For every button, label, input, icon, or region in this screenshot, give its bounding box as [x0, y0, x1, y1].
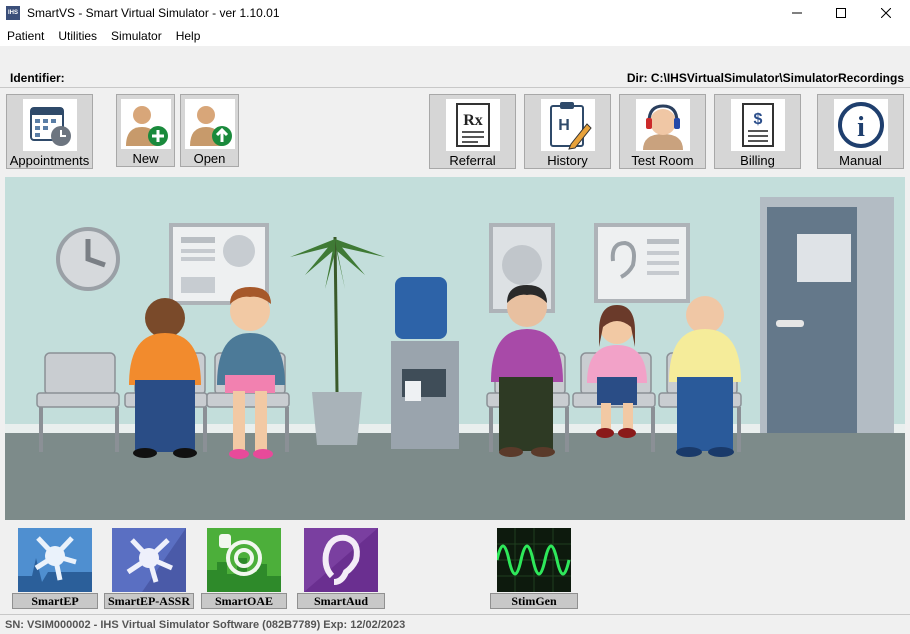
new-patient-button[interactable]: New — [116, 94, 175, 167]
appointments-button[interactable]: Appointments — [6, 94, 93, 169]
calendar-icon — [22, 99, 77, 151]
smartep-app[interactable]: SmartEP — [12, 528, 98, 609]
identifier-label: Identifier: — [10, 71, 65, 85]
status-text: SN: VSIM000002 - IHS Virtual Simulator S… — [5, 618, 406, 631]
smartep-assr-label: SmartEP-ASSR — [104, 593, 194, 609]
headphones-patient-icon — [635, 99, 690, 151]
test-room-button[interactable]: Test Room — [619, 94, 706, 169]
history-button[interactable]: H History — [524, 94, 611, 169]
manual-button[interactable]: i Manual — [817, 94, 904, 169]
ear-chart-icon — [594, 223, 690, 303]
stimgen-label: StimGen — [490, 593, 578, 609]
stimgen-app[interactable]: StimGen — [490, 528, 578, 609]
prescription-icon: Rx — [445, 99, 500, 151]
close-button[interactable] — [863, 0, 909, 26]
cochlea-icon — [207, 528, 281, 592]
neuron-icon — [18, 528, 92, 592]
smartaud-label: SmartAud — [297, 593, 385, 609]
minimize-icon — [792, 12, 802, 14]
clipboard-icon: H — [540, 99, 595, 151]
wall-clock-icon — [56, 227, 120, 291]
smartaud-app[interactable]: SmartAud — [297, 528, 385, 609]
svg-text:i: i — [857, 112, 865, 143]
app-icon: IHS — [6, 6, 20, 20]
smartoae-app[interactable]: SmartOAE — [201, 528, 287, 609]
appointments-label: Appointments — [9, 153, 90, 168]
referral-label: Referral — [449, 153, 496, 168]
close-icon — [881, 8, 891, 18]
minimize-button[interactable] — [774, 0, 820, 26]
open-user-icon — [184, 99, 235, 149]
waiting-room-scene — [5, 177, 905, 520]
svg-text:Rx: Rx — [463, 112, 483, 129]
menu-help[interactable]: Help — [169, 29, 208, 43]
title-bar: IHS SmartVS - Smart Virtual Simulator - … — [0, 0, 910, 26]
menu-simulator[interactable]: Simulator — [104, 29, 169, 43]
ear-icon — [304, 528, 378, 592]
maximize-button[interactable] — [818, 0, 864, 26]
referral-button[interactable]: Rx Referral — [429, 94, 516, 169]
new-label: New — [132, 151, 159, 166]
open-patient-button[interactable]: Open — [180, 94, 239, 167]
billing-label: Billing — [740, 153, 775, 168]
door-icon — [760, 197, 894, 433]
add-user-icon — [120, 99, 171, 149]
maximize-icon — [836, 8, 846, 18]
test-room-label: Test Room — [631, 153, 694, 168]
neuron-assr-icon — [112, 528, 186, 592]
menu-utilities[interactable]: Utilities — [51, 29, 104, 43]
directory-label: Dir: C:\IHSVirtualSimulator\SimulatorRec… — [626, 71, 904, 85]
status-bar: SN: VSIM000002 - IHS Virtual Simulator S… — [0, 614, 910, 634]
svg-text:$: $ — [753, 111, 762, 128]
divider — [0, 87, 910, 88]
info-icon: i — [833, 99, 888, 151]
window-title: SmartVS - Smart Virtual Simulator - ver … — [27, 6, 280, 20]
smartoae-label: SmartOAE — [201, 593, 287, 609]
billing-button[interactable]: $ Billing — [714, 94, 801, 169]
oscilloscope-icon — [497, 528, 571, 592]
manual-label: Manual — [839, 153, 882, 168]
identifier-row: Identifier: Dir: C:\IHSVirtualSimulator\… — [0, 68, 910, 86]
invoice-icon: $ — [730, 99, 785, 151]
menu-patient[interactable]: Patient — [0, 29, 51, 43]
svg-text:H: H — [558, 117, 570, 134]
menu-bar: Patient Utilities Simulator Help — [0, 26, 910, 46]
history-label: History — [547, 153, 588, 168]
smartep-label: SmartEP — [12, 593, 98, 609]
open-label: Open — [193, 151, 226, 166]
smartep-assr-app[interactable]: SmartEP-ASSR — [104, 528, 194, 609]
